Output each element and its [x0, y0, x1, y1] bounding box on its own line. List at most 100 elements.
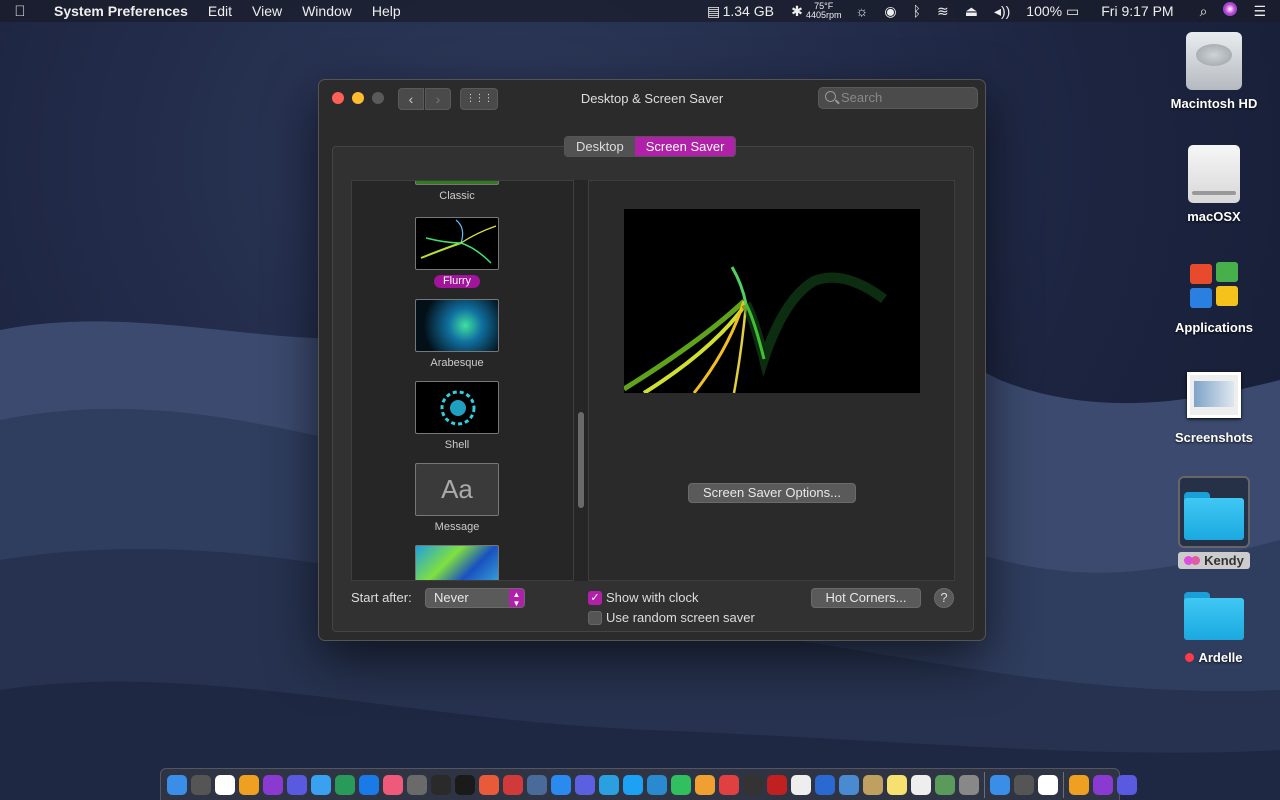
saver-item-classic[interactable]: Classic	[352, 181, 562, 204]
desktop-icon-macosx[interactable]: macOSX	[1159, 145, 1269, 224]
start-after-label: Start after:	[351, 590, 412, 605]
dock-app-icon[interactable]	[359, 774, 379, 795]
folder-icon	[1184, 592, 1244, 640]
dock-app-icon[interactable]	[791, 774, 811, 795]
menu-edit[interactable]: Edit	[198, 0, 242, 22]
saver-item-flurry[interactable]: Flurry	[352, 217, 562, 289]
dock-app-icon[interactable]	[990, 774, 1010, 795]
tab-desktop[interactable]: Desktop	[565, 137, 635, 156]
help-button[interactable]: ?	[934, 588, 954, 608]
dock-app-icon[interactable]	[935, 774, 955, 795]
apple-menu-icon[interactable]: 	[0, 3, 40, 20]
menu-view[interactable]: View	[242, 0, 292, 22]
show-clock-checkbox[interactable]: ✓	[588, 591, 602, 605]
volume-icon[interactable]: ◂))	[986, 0, 1018, 22]
battery-icon: ▭	[1066, 3, 1080, 19]
memory-status[interactable]: ▤ 1.34 GB	[697, 0, 782, 22]
vpn-icon[interactable]: ◉	[876, 0, 904, 22]
dock-app-icon[interactable]	[623, 774, 643, 795]
start-after-select[interactable]: Never ▲ ▼	[425, 588, 525, 608]
dock-app-icon[interactable]	[239, 774, 259, 795]
dock-app-icon[interactable]	[815, 774, 835, 795]
dock-separator	[1063, 771, 1064, 798]
dock-app-icon[interactable]	[527, 774, 547, 795]
dock-app-icon[interactable]	[767, 774, 787, 795]
spotlight-icon[interactable]: ⌕	[1192, 0, 1216, 22]
hot-corners-button[interactable]: Hot Corners...	[811, 588, 921, 608]
dock-app-icon[interactable]	[959, 774, 979, 795]
dock-app-icon[interactable]	[1069, 774, 1089, 795]
desktop-icon-ardelle[interactable]: Ardelle	[1159, 592, 1269, 665]
dock-app-icon[interactable]	[671, 774, 691, 795]
saver-thumbnail	[415, 299, 499, 352]
dock-app-icon[interactable]	[311, 774, 331, 795]
menu-help[interactable]: Help	[362, 0, 411, 22]
saver-thumbnail	[415, 181, 499, 185]
dock-app-icon[interactable]	[863, 774, 883, 795]
dock-separator	[984, 771, 985, 798]
external-drive-icon	[1188, 145, 1240, 203]
dock-app-icon[interactable]	[1117, 774, 1137, 795]
random-saver-label: Use random screen saver	[606, 610, 755, 625]
dock-app-icon[interactable]	[599, 774, 619, 795]
tab-screen-saver[interactable]: Screen Saver	[634, 137, 736, 156]
dock-app-icon[interactable]	[263, 774, 283, 795]
dock-app-icon[interactable]	[575, 774, 595, 795]
dock-app-icon[interactable]	[215, 774, 235, 795]
dock-app-icon[interactable]	[167, 774, 187, 795]
dock-app-icon[interactable]	[1014, 774, 1034, 795]
title-bar[interactable]: ‹ › ⋮⋮⋮ Desktop & Screen Saver Search	[319, 80, 985, 118]
dock-app-icon[interactable]	[383, 774, 403, 795]
dock-app-icon[interactable]	[479, 774, 499, 795]
dock-app-icon[interactable]	[839, 774, 859, 795]
show-clock-label: Show with clock	[606, 590, 699, 605]
dock-app-icon[interactable]	[503, 774, 523, 795]
fan-status[interactable]: ✱ 75°F 4405rpm	[782, 0, 848, 22]
dock-app-icon[interactable]	[647, 774, 667, 795]
dock-app-icon[interactable]	[1038, 774, 1058, 795]
list-scrollbar[interactable]	[573, 180, 588, 581]
eject-icon[interactable]: ⏏	[957, 0, 986, 22]
dock-app-icon[interactable]	[455, 774, 475, 795]
desktop-icon-screenshots[interactable]: Screenshots	[1159, 372, 1269, 445]
brightness-icon[interactable]: ☼	[848, 0, 877, 22]
battery-status[interactable]: 100% ▭	[1018, 0, 1087, 22]
notification-center-icon[interactable]: ☰	[1245, 0, 1280, 22]
screen-saver-options-button[interactable]: Screen Saver Options...	[688, 483, 856, 503]
desktop-icon-applications[interactable]: Applications	[1159, 258, 1269, 335]
menu-app-name[interactable]: System Preferences	[40, 0, 198, 22]
desktop-icon-macintosh-hd[interactable]: Macintosh HD	[1159, 32, 1269, 111]
clock[interactable]: Fri 9:17 PM	[1087, 0, 1191, 22]
saver-item-message[interactable]: Aa Message	[352, 463, 562, 535]
dock-app-icon[interactable]	[335, 774, 355, 795]
siri-icon[interactable]	[1215, 0, 1245, 22]
search-icon	[825, 91, 836, 102]
folder-icon	[1184, 492, 1244, 540]
dock-app-icon[interactable]	[743, 774, 763, 795]
bluetooth-icon[interactable]: ᛒ	[905, 0, 929, 22]
screen-saver-list[interactable]: Classic Flurry Arabesque Shell Aa Messag…	[351, 180, 574, 581]
dock-app-icon[interactable]	[911, 774, 931, 795]
saver-item-arabesque[interactable]: Arabesque	[352, 299, 562, 371]
desktop-icon-label-tagged: Kendy	[1178, 552, 1250, 569]
saver-thumbnail	[415, 545, 499, 580]
tab-control: Desktop Screen Saver	[564, 136, 737, 157]
dock-app-icon[interactable]	[695, 774, 715, 795]
dock-app-icon[interactable]	[287, 774, 307, 795]
dock-app-icon[interactable]	[887, 774, 907, 795]
dock-app-icon[interactable]	[191, 774, 211, 795]
search-field[interactable]: Search	[818, 87, 978, 109]
wifi-icon[interactable]: ≋	[929, 0, 957, 22]
saver-label: Arabesque	[430, 357, 484, 369]
dock-app-icon[interactable]	[719, 774, 739, 795]
menu-window[interactable]: Window	[292, 0, 362, 22]
dock-app-icon[interactable]	[1093, 774, 1113, 795]
saver-item-album-artwork[interactable]	[352, 545, 562, 580]
dock-app-icon[interactable]	[431, 774, 451, 795]
desktop-icon-kendy[interactable]: Kendy	[1159, 476, 1269, 569]
scrollbar-thumb[interactable]	[578, 412, 584, 508]
saver-item-shell[interactable]: Shell	[352, 381, 562, 453]
dock-app-icon[interactable]	[551, 774, 571, 795]
random-saver-checkbox[interactable]	[588, 611, 602, 625]
dock-app-icon[interactable]	[407, 774, 427, 795]
